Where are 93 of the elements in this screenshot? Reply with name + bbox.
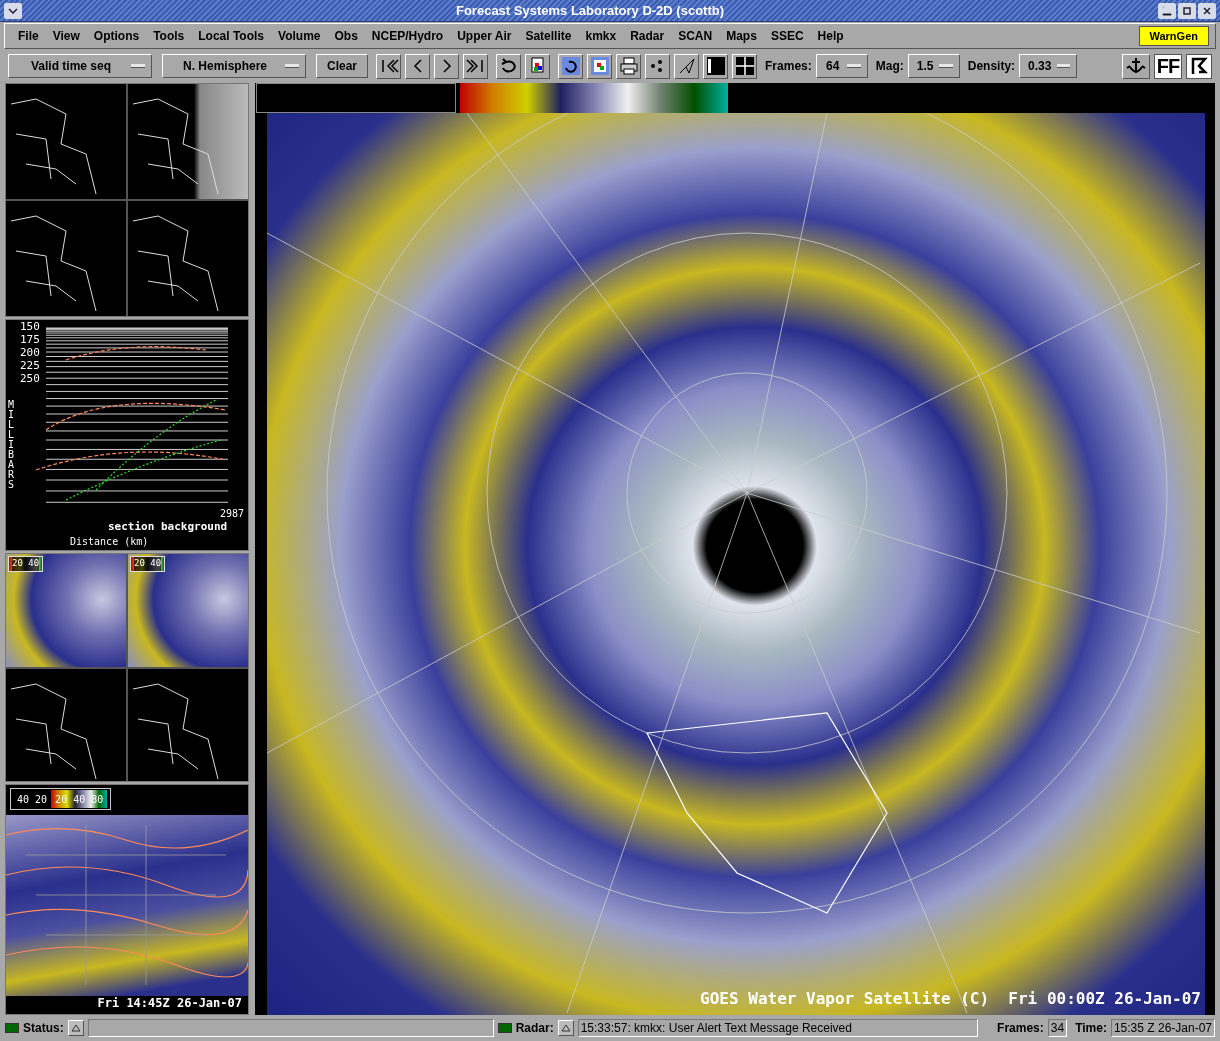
loop-button[interactable] [496,53,522,79]
axis-title: MILLIBARS [8,400,16,490]
expand-button[interactable] [557,1020,574,1036]
axis-tick-label: 175 [20,333,40,346]
frame-count: 34 [1047,1019,1068,1037]
printer-button[interactable] [616,53,642,79]
axis-tick-label: 150 [20,320,40,333]
setting-label: Mag: [875,58,904,75]
scale-label: 20 40 [134,557,162,571]
dropdown-caret-icon [131,64,145,68]
dots-button[interactable] [645,53,671,79]
single-panel-icon [705,56,726,76]
menu-item[interactable]: Options [86,27,147,45]
last-frame-button[interactable] [463,53,489,79]
dropdown-value: 64 [825,58,841,75]
four-panel-icon [734,56,755,76]
step-forward-button[interactable] [434,53,460,79]
triangle-up-icon [560,1024,571,1032]
warngen-button[interactable]: WarnGen [1138,26,1209,46]
anchor-tool-button[interactable] [1122,53,1150,79]
image-combine-icon [589,56,610,76]
image-combine-button[interactable] [587,53,613,79]
chevron-down-icon [8,7,18,14]
axis-tick-label: 250 [20,372,40,385]
anchor-icon [1125,56,1147,76]
panel-title: section background [108,520,228,533]
printer-icon [618,56,639,76]
radar-message: 15:33:57: kmkx: User Alert Text Message Received [577,1019,978,1037]
menu-item[interactable]: NCEP/Hydro [364,27,451,45]
minimize-icon [1162,5,1172,16]
step-back-button[interactable] [405,53,431,79]
scale-label: 40 20 [17,792,48,807]
menu-item[interactable]: View [45,27,87,45]
indicator-light-icon [497,1023,512,1033]
menu-item[interactable]: File [11,27,46,45]
dropdown-value: Valid time seq [29,58,112,75]
menu-item[interactable]: Maps [719,27,764,45]
setting-dropdown[interactable]: 1.5 [907,54,960,78]
maximize-button[interactable] [1178,2,1196,19]
setting-dropdown[interactable]: 64 [815,54,868,78]
menu-item[interactable]: Satellite [518,27,579,45]
time-caption: Fri 14:45Z 26-Jan-07 [97,995,242,1012]
dropdown-value: 1.5 [916,58,934,75]
axis-title: Distance (km) [70,534,149,549]
clear-button[interactable]: Clear [316,54,369,78]
scale-label: 20 40 [12,557,40,571]
ff-button[interactable]: FF [1154,53,1182,79]
first-frame-button[interactable] [376,53,402,79]
setting-label: Density: [967,58,1016,75]
dropdown-value: N. Hemisphere [182,58,268,75]
dropdown-caret-icon [846,64,861,68]
maximize-icon [1182,5,1192,16]
four-panel-button[interactable] [732,53,758,79]
minimize-button[interactable] [1158,2,1176,19]
menu-item[interactable]: SSEC [763,27,811,45]
dropdown-caret-icon [939,64,953,68]
menu-item[interactable]: Obs [327,27,365,45]
single-panel-button[interactable] [703,53,729,79]
window-title: Forecast Systems Laboratory D-2D (scottb) [455,1,725,20]
menu-item[interactable]: Help [810,27,851,45]
dropdown-caret-icon [285,64,299,68]
image-layers-button[interactable] [525,53,551,79]
status-label: Status: [23,1020,64,1037]
menu-item[interactable]: Local Tools [191,27,272,45]
menu-item[interactable]: Radar [623,27,672,45]
status-label: Time: [1075,1020,1107,1037]
setting-label: Frames: [765,58,812,75]
menu-item[interactable]: Upper Air [450,27,519,45]
scale-dropdown[interactable]: N. Hemisphere [162,54,306,78]
axis-tick-label: 200 [20,346,40,359]
loop-mode-dropdown[interactable]: Valid time seq [8,54,152,78]
menu-item[interactable]: Tools [146,27,192,45]
dropdown-value: 0.33 [1028,58,1052,75]
triangle-up-icon [70,1024,81,1032]
exit-panel-button[interactable] [1186,53,1212,79]
expand-button[interactable] [67,1020,84,1036]
cursor-arrow-button[interactable] [674,53,700,79]
time-display: 15:35 Z 26-Jan-07 [1110,1019,1215,1037]
dropdown-caret-icon [1057,64,1071,68]
close-icon [1202,5,1212,16]
menu-item[interactable]: Volume [271,27,328,45]
menu-item[interactable]: kmkx [578,27,624,45]
rotate-icon [560,56,581,76]
axis-tick-label: 225 [20,359,40,372]
indicator-light-icon [5,1023,19,1033]
window-menu-button[interactable] [4,2,22,19]
status-label: Frames: [997,1020,1044,1037]
status-label: Radar: [515,1020,554,1037]
rotate-button[interactable] [558,53,584,79]
setting-dropdown[interactable]: 0.33 [1019,54,1078,78]
menu-item[interactable]: SCAN [671,27,720,45]
close-button[interactable] [1198,2,1216,19]
image-caption: GOES Water Vapor Satellite (C) Fri 00:00Z 26-Jan-07 [700,988,1201,1010]
